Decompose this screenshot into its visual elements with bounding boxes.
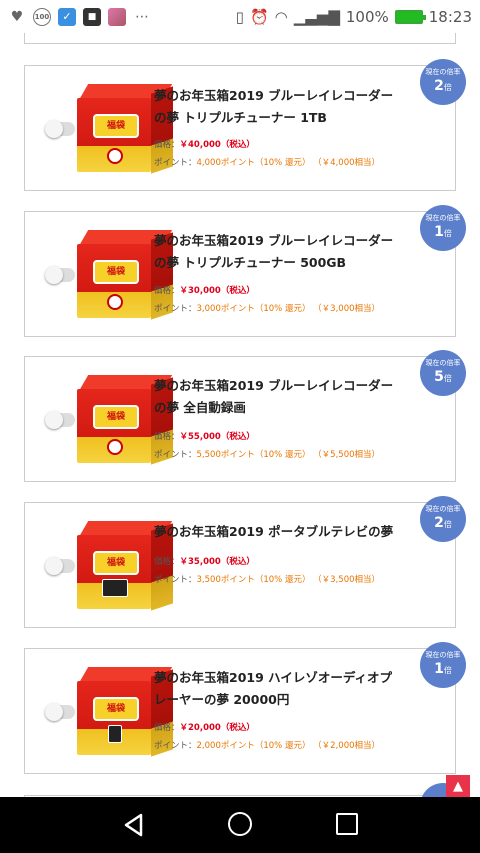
wifi-icon: ◠ <box>274 7 288 26</box>
price-line: 価格：￥20,000（税込） <box>154 723 255 733</box>
alarm-icon: ⏰ <box>249 7 269 26</box>
notification-app-icon: ■ <box>83 7 101 26</box>
rate-badge: 現在の倍率 5倍 <box>420 350 466 396</box>
product-title[interactable]: 夢のお年玉箱2019 ブルーレイレコーダーの夢 全自動録画 <box>154 375 394 419</box>
recents-icon[interactable] <box>336 813 358 835</box>
point-line: ポイント：4,000ポイント（10% 還元） （￥4,000相当） <box>154 158 381 168</box>
point-line: ポイント：5,500ポイント（10% 還元） （￥5,500相当） <box>154 450 381 460</box>
product-title[interactable]: 夢のお年玉箱2019 ハイレゾオーディオプレーヤーの夢 20000円 <box>154 667 394 711</box>
vibrate-icon: ▯ <box>235 7 244 26</box>
rate-badge: 現在の倍率 1倍 <box>420 205 466 251</box>
shield-app-icon: ✓ <box>58 7 76 26</box>
navigation-bar <box>0 797 480 853</box>
heartbeat-icon: ♥ <box>10 8 24 25</box>
price-line: 価格：￥55,000（税込） <box>154 432 255 442</box>
product-list: 福袋 夢のお年玉箱2019 ブルーレイレコーダーの夢 トリプルチューナー 1TB… <box>0 33 480 797</box>
price-value: ￥35,000 <box>179 557 221 567</box>
battery-level: 100% <box>345 7 389 26</box>
home-icon[interactable] <box>228 812 252 836</box>
product-title[interactable]: 夢のお年玉箱2019 ブルーレイレコーダーの夢 トリプルチューナー 1TB <box>154 85 394 129</box>
select-toggle[interactable] <box>45 557 75 575</box>
price-line: 価格：￥35,000（税込） <box>154 557 255 567</box>
product-card-previous[interactable] <box>24 33 456 44</box>
price-value: ￥40,000 <box>179 140 221 150</box>
price-line: 価格：￥40,000（税込） <box>154 140 255 150</box>
product-title[interactable]: 夢のお年玉箱2019 ポータブルテレビの夢 <box>154 521 394 543</box>
battery-icon <box>394 9 426 24</box>
product-title[interactable]: 夢のお年玉箱2019 ブルーレイレコーダーの夢 トリプルチューナー 500GB <box>154 230 394 274</box>
point-line: ポイント：3,000ポイント（10% 還元） （￥3,000相当） <box>154 304 381 314</box>
rate-badge: 現在の倍率 1倍 <box>420 642 466 688</box>
rate-badge: 現在の倍率 2倍 <box>420 59 466 105</box>
status-bar: ♥ 100 ✓ ■ ⋯ ▯ ⏰ ◠ ▁▃▅▇ 100% 18:23 <box>0 0 480 33</box>
anime-app-icon <box>108 7 126 26</box>
select-toggle[interactable] <box>45 120 75 138</box>
chevron-up-icon[interactable]: ▲ <box>446 775 470 797</box>
price-value: ￥30,000 <box>179 286 221 296</box>
price-line: 価格：￥30,000（税込） <box>154 286 255 296</box>
more-icon: ⋯ <box>135 8 149 25</box>
point-line: ポイント：3,500ポイント（10% 還元） （￥3,500相当） <box>154 575 381 585</box>
back-icon[interactable] <box>121 812 147 838</box>
price-value: ￥55,000 <box>179 432 221 442</box>
select-toggle[interactable] <box>45 266 75 284</box>
clock: 18:23 <box>428 7 472 26</box>
price-value: ￥20,000 <box>179 723 221 733</box>
select-toggle[interactable] <box>45 411 75 429</box>
select-toggle[interactable] <box>45 703 75 721</box>
signal-icon: ▁▃▅▇ <box>293 7 340 26</box>
rate-badge: 現在の倍率 2倍 <box>420 496 466 542</box>
point-line: ポイント：2,000ポイント（10% 還元） （￥2,000相当） <box>154 741 381 751</box>
badge-100-icon: 100 <box>33 7 51 26</box>
